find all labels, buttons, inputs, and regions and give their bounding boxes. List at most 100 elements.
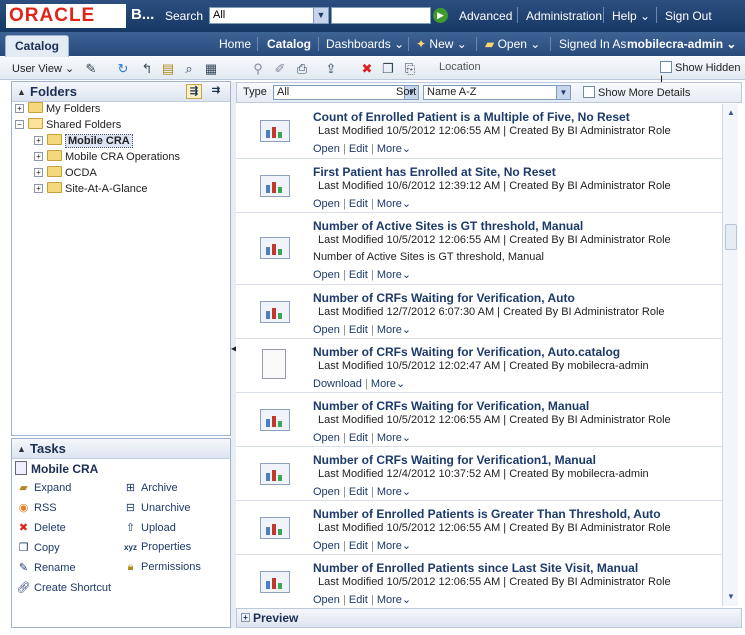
tree-item-site-at-a-glance[interactable]: + Site-At-A-Glance bbox=[34, 182, 148, 195]
item-title[interactable]: Count of Enrolled Patient is a Multiple … bbox=[313, 110, 630, 124]
print-icon[interactable]: ⎙ bbox=[294, 61, 310, 77]
item-title[interactable]: Number of Enrolled Patients is Greater T… bbox=[313, 507, 661, 521]
report-chart-icon[interactable] bbox=[260, 301, 290, 323]
advanced-link[interactable]: Advanced bbox=[459, 9, 512, 23]
task-create-shortcut[interactable]: 🔗︎ Create Shortcut bbox=[16, 581, 112, 594]
more-menu[interactable]: More⌄ bbox=[377, 324, 411, 336]
report-chart-icon[interactable] bbox=[260, 517, 290, 539]
task-rename[interactable]: ✎ Rename bbox=[16, 561, 76, 574]
open-link[interactable]: Open bbox=[313, 324, 340, 336]
more-menu[interactable]: More⌄ bbox=[371, 378, 405, 390]
task-permissions[interactable]: 🔒︎ Permissions bbox=[123, 561, 201, 574]
task-delete[interactable]: ✖ Delete bbox=[16, 521, 66, 534]
nav-new[interactable]: ✦ New ⌄ bbox=[416, 37, 467, 51]
administration-link[interactable]: Administration bbox=[526, 9, 602, 23]
preview-pane-header[interactable]: + Preview bbox=[236, 608, 742, 628]
item-title[interactable]: Number of CRFs Waiting for Verification,… bbox=[313, 399, 589, 413]
task-unarchive[interactable]: ⊟ Unarchive bbox=[123, 501, 191, 514]
open-link[interactable]: Open bbox=[313, 594, 340, 606]
list-scrollbar[interactable]: ▲ ▼ bbox=[722, 104, 738, 606]
edit-link[interactable]: Edit bbox=[349, 486, 368, 498]
item-title[interactable]: First Patient has Enrolled at Site, No R… bbox=[313, 165, 556, 179]
open-link[interactable]: Open bbox=[313, 269, 340, 281]
report-chart-icon[interactable] bbox=[260, 175, 290, 197]
collapse-icon[interactable]: ▲ bbox=[17, 82, 26, 102]
tree-item-mobile-cra-operations[interactable]: + Mobile CRA Operations bbox=[34, 150, 180, 163]
expand-icon[interactable]: + bbox=[15, 104, 24, 113]
sign-out-link[interactable]: Sign Out bbox=[665, 9, 712, 23]
report-chart-icon[interactable] bbox=[260, 409, 290, 431]
expand-icon[interactable]: + bbox=[34, 184, 43, 193]
expand-icon[interactable]: + bbox=[34, 152, 43, 161]
expand-icon[interactable]: + bbox=[241, 613, 250, 622]
search-go-icon[interactable]: ▶ bbox=[433, 8, 448, 23]
tasks-header[interactable]: ▲ Tasks bbox=[12, 439, 230, 459]
edit-icon[interactable]: ✐ bbox=[272, 61, 288, 77]
nav-dashboards[interactable]: Dashboards ⌄ bbox=[326, 37, 404, 51]
up-folder-icon[interactable]: ↰ bbox=[139, 61, 155, 77]
edit-link[interactable]: Edit bbox=[349, 594, 368, 606]
report-chart-icon[interactable] bbox=[260, 571, 290, 593]
find-icon[interactable]: ⚲ bbox=[250, 61, 266, 77]
more-menu[interactable]: More⌄ bbox=[377, 198, 411, 210]
export-icon[interactable]: ⇪ bbox=[323, 61, 339, 77]
open-link[interactable]: Open bbox=[313, 540, 340, 552]
collapse-icon[interactable]: − bbox=[15, 120, 24, 129]
show-more-details-checkbox[interactable]: Show More Details bbox=[583, 86, 690, 99]
open-link[interactable]: Open bbox=[313, 486, 340, 498]
task-upload[interactable]: ⇧ Upload bbox=[123, 521, 176, 534]
folder-view-icon[interactable]: ▤ bbox=[160, 61, 176, 77]
tree-item-mobile-cra[interactable]: + Mobile CRA bbox=[34, 134, 133, 148]
item-title[interactable]: Number of CRFs Waiting for Verification,… bbox=[313, 345, 620, 359]
nav-home[interactable]: Home bbox=[219, 37, 251, 51]
folders-header[interactable]: ▲ Folders ⇶ ⇉ bbox=[12, 82, 230, 102]
chevron-down-icon[interactable]: ▼ bbox=[313, 8, 328, 23]
copy-icon[interactable]: ❐ bbox=[380, 61, 396, 77]
open-link[interactable]: Open bbox=[313, 143, 340, 155]
more-menu[interactable]: More⌄ bbox=[377, 540, 411, 552]
catalog-file-icon[interactable] bbox=[262, 349, 286, 379]
more-menu[interactable]: More⌄ bbox=[377, 269, 411, 281]
task-properties[interactable]: xyz Properties bbox=[123, 541, 191, 553]
sort-select[interactable]: Name A-Z ▼ bbox=[423, 85, 571, 100]
item-title[interactable]: Number of CRFs Waiting for Verification,… bbox=[313, 291, 575, 305]
tree-item-shared-folders[interactable]: − Shared Folders bbox=[15, 118, 121, 131]
more-menu[interactable]: More⌄ bbox=[377, 594, 411, 606]
item-title[interactable]: Number of CRFs Waiting for Verification1… bbox=[313, 453, 596, 467]
view-options-icon[interactable]: ▦ bbox=[203, 61, 219, 77]
report-chart-icon[interactable] bbox=[260, 120, 290, 142]
open-link[interactable]: Open bbox=[313, 198, 340, 210]
delete-icon[interactable]: ✖ bbox=[359, 61, 375, 77]
report-chart-icon[interactable] bbox=[260, 237, 290, 259]
nav-open[interactable]: ▰ Open ⌄ bbox=[485, 37, 540, 51]
item-title[interactable]: Number of Active Sites is GT threshold, … bbox=[313, 219, 583, 233]
more-menu[interactable]: More⌄ bbox=[377, 486, 411, 498]
help-menu[interactable]: Help ⌄ bbox=[612, 9, 650, 23]
more-menu[interactable]: More⌄ bbox=[377, 143, 411, 155]
expand-icon[interactable]: + bbox=[34, 168, 43, 177]
download-link[interactable]: Download bbox=[313, 378, 362, 390]
scroll-up-icon[interactable]: ▲ bbox=[724, 106, 738, 120]
edit-link[interactable]: Edit bbox=[349, 198, 368, 210]
scroll-thumb[interactable] bbox=[725, 224, 737, 250]
edit-link[interactable]: Edit bbox=[349, 324, 368, 336]
collapse-tree-icon[interactable]: ⇉ bbox=[208, 84, 224, 99]
collapse-icon[interactable]: ▲ bbox=[17, 439, 26, 459]
new-item-icon[interactable]: ✎ bbox=[83, 61, 99, 77]
task-expand[interactable]: ▰ Expand bbox=[16, 481, 71, 494]
more-menu[interactable]: More⌄ bbox=[377, 432, 411, 444]
tree-item-ocda[interactable]: + OCDA bbox=[34, 166, 97, 179]
tree-item-my-folders[interactable]: + My Folders bbox=[15, 102, 100, 115]
scroll-down-icon[interactable]: ▼ bbox=[724, 590, 738, 604]
edit-link[interactable]: Edit bbox=[349, 269, 368, 281]
edit-link[interactable]: Edit bbox=[349, 540, 368, 552]
search-catalog-icon[interactable]: ⌕ bbox=[181, 61, 197, 77]
user-view-select[interactable]: User View ⌄ bbox=[12, 62, 74, 75]
task-copy[interactable]: ❐ Copy bbox=[16, 541, 60, 554]
report-chart-icon[interactable] bbox=[260, 463, 290, 485]
refresh-icon[interactable]: ↻ bbox=[115, 61, 131, 77]
search-input[interactable] bbox=[331, 7, 431, 24]
task-archive[interactable]: ⊞ Archive bbox=[123, 481, 178, 494]
edit-link[interactable]: Edit bbox=[349, 432, 368, 444]
open-link[interactable]: Open bbox=[313, 432, 340, 444]
